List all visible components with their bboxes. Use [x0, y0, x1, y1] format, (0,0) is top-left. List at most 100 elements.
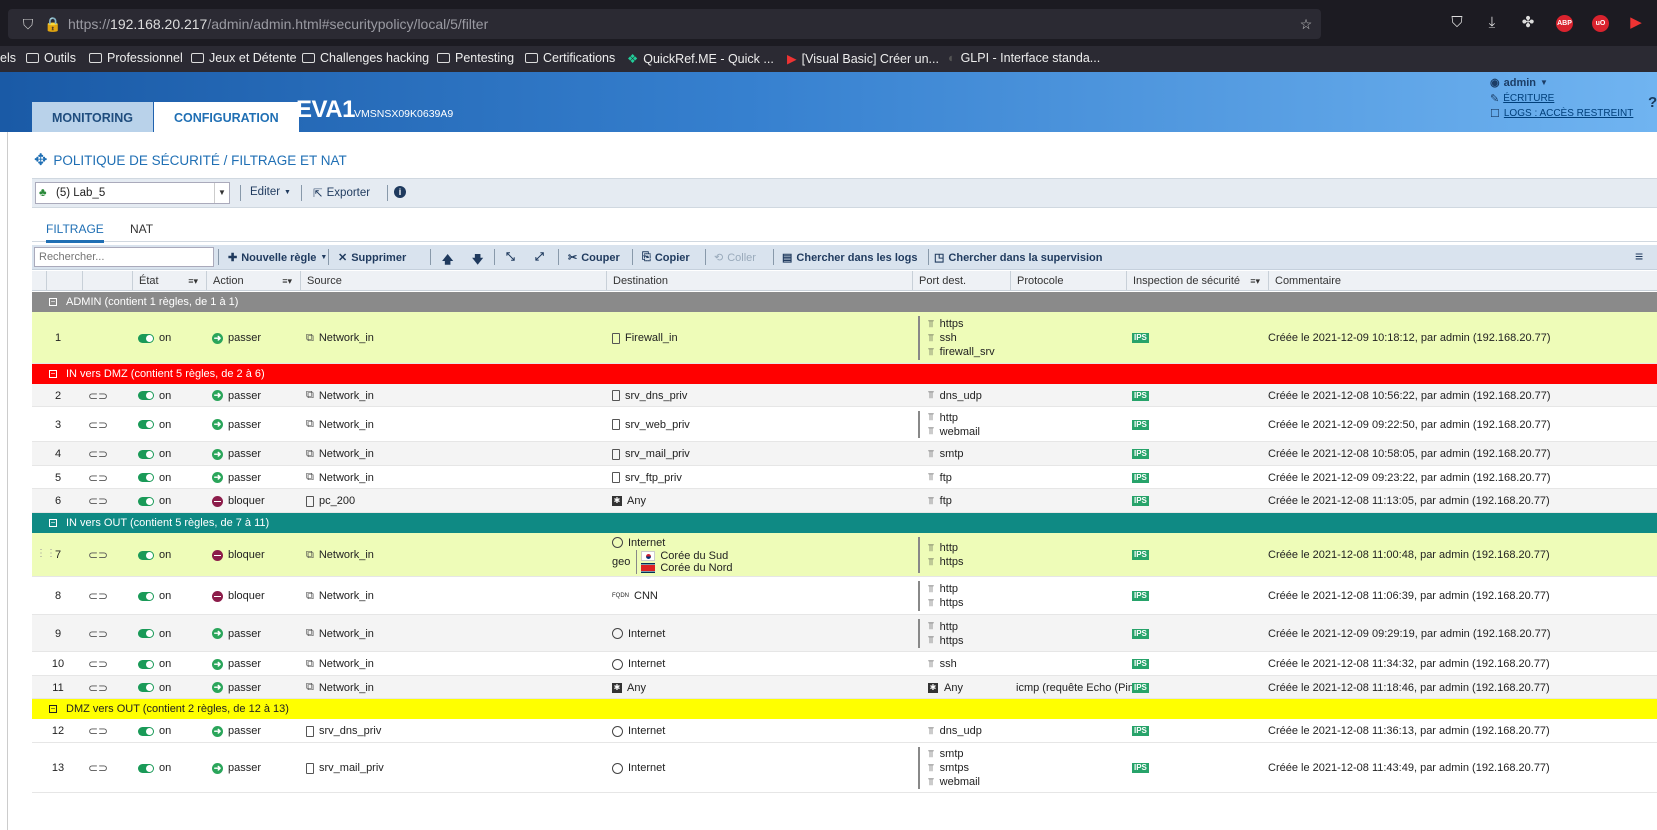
copy-button[interactable]: ⎘ Copier — [642, 251, 690, 264]
rule-ports[interactable]: ⫪ ftp — [918, 489, 952, 513]
rule-comment[interactable]: Créée le 2021-12-09 09:22:50, par admin … — [1268, 407, 1551, 442]
col-port[interactable]: Port dest. — [912, 271, 1010, 291]
rule-action[interactable]: ➜ passer — [212, 615, 261, 652]
rule-source[interactable]: ⧉ Network_in — [306, 533, 374, 577]
left-collapsed-panel[interactable] — [0, 132, 8, 830]
rule-destination[interactable]: ✱ Any — [612, 489, 646, 513]
rule-action[interactable]: ➜ passer — [212, 312, 261, 364]
rule-state-toggle[interactable]: on — [138, 442, 171, 466]
rule-row[interactable]: 8 ⊂⊃ on bloquer ⧉ Network_in FQDN CNN ⫪ http ⫪ http… — [32, 577, 1657, 615]
rule-comment[interactable]: Créée le 2021-12-08 11:34:32, par admin … — [1268, 652, 1550, 676]
col-inspection[interactable]: Inspection de sécurité ≡▾ — [1126, 271, 1268, 291]
rule-ports[interactable]: ⫪ smtp — [918, 442, 964, 466]
adblock-icon[interactable]: ABP — [1556, 15, 1573, 32]
bookmark-item[interactable]: ❖ QuickRef.ME - Quick ... — [627, 51, 774, 67]
col-destination[interactable]: Destination — [606, 271, 912, 291]
rule-source[interactable]: ⧉ Network_in — [306, 652, 374, 676]
tab-nat[interactable]: NAT — [130, 222, 153, 240]
rule-action[interactable]: ➜ passer — [212, 676, 261, 699]
rule-action[interactable]: ➜ passer — [212, 719, 261, 743]
rule-comment[interactable]: Créée le 2021-12-08 10:58:05, par admin … — [1268, 442, 1551, 466]
rule-ports[interactable]: ⫪ http ⫪ https — [918, 619, 964, 648]
policy-select[interactable]: ♣ (5) Lab_5 ▼ — [35, 182, 230, 204]
rule-state-toggle[interactable]: on — [138, 743, 171, 793]
rule-destination[interactable]: srv_dns_priv — [612, 384, 687, 407]
rule-inspection[interactable]: IPS — [1132, 743, 1149, 793]
rule-inspection[interactable]: IPS — [1132, 442, 1149, 466]
rule-row[interactable]: 9 ⊂⊃ on ➜ passer ⧉ Network_in Internet ⫪ http ⫪ htt… — [32, 615, 1657, 652]
rule-inspection[interactable]: IPS — [1132, 652, 1149, 676]
rule-comment[interactable]: Créée le 2021-12-08 11:18:46, par admin … — [1268, 676, 1550, 699]
rule-group-header[interactable]: − DMZ vers OUT (contient 2 règles, de 12 … — [32, 699, 1657, 719]
col-action[interactable]: Action ≡▾ — [206, 271, 300, 291]
rule-source[interactable]: ⧉ Network_in — [306, 676, 374, 699]
rule-source[interactable]: ⧉ Network_in — [306, 615, 374, 652]
move-up-button[interactable]: 🡅 — [442, 251, 453, 270]
logs-access-link[interactable]: ☐ LOGS : ACCÈS RESTREINT — [1490, 107, 1633, 120]
rule-source[interactable]: srv_dns_priv — [306, 719, 381, 743]
collapse-all-button[interactable]: ⤡ — [506, 251, 515, 264]
tab-monitoring[interactable]: MONITORING — [32, 102, 154, 132]
rule-inspection[interactable]: IPS — [1132, 533, 1149, 577]
rule-source[interactable]: ⧉ Network_in — [306, 407, 374, 442]
rule-ports[interactable]: ⫪ dns_udp — [918, 384, 982, 407]
new-rule-button[interactable]: ✚ Nouvelle règle ▼ — [228, 251, 327, 265]
rule-destination[interactable]: Internet — [612, 652, 665, 676]
rule-row[interactable]: 12 ⊂⊃ on ➜ passer srv_dns_priv Internet ⫪ dns_ud… — [32, 719, 1657, 743]
help-icon[interactable]: ? — [1648, 94, 1657, 111]
rule-state-toggle[interactable]: on — [138, 489, 171, 513]
rule-protocol[interactable]: icmp (requête Echo (Pin — [1016, 676, 1134, 699]
rule-destination[interactable]: srv_mail_priv — [612, 442, 690, 466]
pocket-icon[interactable]: ⛉ — [1447, 13, 1467, 33]
rule-destination[interactable]: Internet — [612, 615, 665, 652]
rule-row[interactable]: 7 ⊂⊃ on bloquer ⧉ Network_in Internet geo Corée … — [32, 533, 1657, 577]
rule-comment[interactable]: Créée le 2021-12-08 11:00:48, par admin … — [1268, 533, 1550, 577]
rule-state-toggle[interactable]: on — [138, 533, 171, 577]
rule-group-header[interactable]: − IN vers DMZ (contient 5 règles, de 2 à … — [32, 364, 1657, 384]
col-source[interactable]: Source — [300, 271, 606, 291]
rule-comment[interactable]: Créée le 2021-12-08 11:43:49, par admin … — [1268, 743, 1550, 793]
rule-ports[interactable]: ⫪ http ⫪ webmail — [918, 411, 980, 438]
rule-row[interactable]: 3 ⊂⊃ on ➜ passer ⧉ Network_in srv_web_priv ⫪ http… — [32, 407, 1657, 442]
rule-comment[interactable]: Créée le 2021-12-08 11:13:05, par admin … — [1268, 489, 1550, 513]
rule-ports[interactable]: ⫪ smtp ⫪ smtps ⫪ webmail — [918, 747, 980, 789]
rule-destination[interactable]: FQDN CNN — [612, 577, 658, 615]
rule-row[interactable]: 1 on ➜ passer ⧉ Network_in Firewall_in ⫪ https ⫪ s… — [32, 312, 1657, 364]
search-input[interactable] — [34, 247, 214, 267]
star-icon[interactable]: ☆ — [1298, 16, 1314, 32]
rule-inspection[interactable]: IPS — [1132, 577, 1149, 615]
bookmark-folder[interactable]: Outils — [26, 51, 76, 65]
rule-group-header[interactable]: − ADMIN (contient 1 règles, de 1 à 1) — [32, 292, 1657, 312]
expand-all-button[interactable]: ⤢ — [535, 251, 544, 264]
rule-row[interactable]: 10 ⊂⊃ on ➜ passer ⧉ Network_in Internet ⫪ ssh IPS C… — [32, 652, 1657, 676]
rule-action[interactable]: ➜ passer — [212, 743, 261, 793]
url-bar[interactable]: ⛉ 🔒 https://192.168.20.217/admin/admin.h… — [8, 9, 1321, 39]
rule-source[interactable]: srv_mail_priv — [306, 743, 384, 793]
rule-row[interactable]: 13 ⊂⊃ on ➜ passer srv_mail_priv Internet ⫪ smtp ⫪… — [32, 743, 1657, 793]
rule-row[interactable]: 6 ⊂⊃ on bloquer pc_200 ✱ Any ⫪ ftp IPS Créée le 20… — [32, 489, 1657, 513]
rule-comment[interactable]: Créée le 2021-12-09 09:23:22, par admin … — [1268, 466, 1551, 489]
rule-action[interactable]: ➜ passer — [212, 407, 261, 442]
rule-inspection[interactable]: IPS — [1132, 466, 1149, 489]
youtube-icon[interactable]: ▶ — [1626, 13, 1646, 33]
rule-ports[interactable]: ✱ Any — [918, 676, 963, 699]
bookmark-folder[interactable]: Professionnel — [89, 51, 183, 65]
rule-state-toggle[interactable]: on — [138, 676, 171, 699]
user-menu[interactable]: ◉ admin ▼ — [1490, 76, 1633, 90]
bookmark-folder[interactable]: Jeux et Détente — [191, 51, 297, 65]
rule-inspection[interactable]: IPS — [1132, 615, 1149, 652]
bookmark-folder[interactable]: Pentesting — [437, 51, 514, 65]
rule-destination[interactable]: srv_ftp_priv — [612, 466, 682, 489]
rule-inspection[interactable]: IPS — [1132, 719, 1149, 743]
rule-ports[interactable]: ⫪ ssh — [918, 652, 957, 676]
move-down-button[interactable]: 🡇 — [472, 251, 483, 270]
rule-destination[interactable]: Internet — [612, 719, 665, 743]
rule-row[interactable]: 4 ⊂⊃ on ➜ passer ⧉ Network_in srv_mail_priv ⫪ smt… — [32, 442, 1657, 466]
lock-icon[interactable]: 🔒 — [44, 16, 61, 32]
rule-action[interactable]: bloquer — [212, 577, 265, 615]
rule-action[interactable]: bloquer — [212, 489, 265, 513]
rule-state-toggle[interactable]: on — [138, 384, 171, 407]
rule-inspection[interactable]: IPS — [1132, 407, 1149, 442]
rule-destination[interactable]: ✱ Any — [612, 676, 646, 699]
tab-filtering[interactable]: FILTRAGE — [46, 222, 104, 243]
